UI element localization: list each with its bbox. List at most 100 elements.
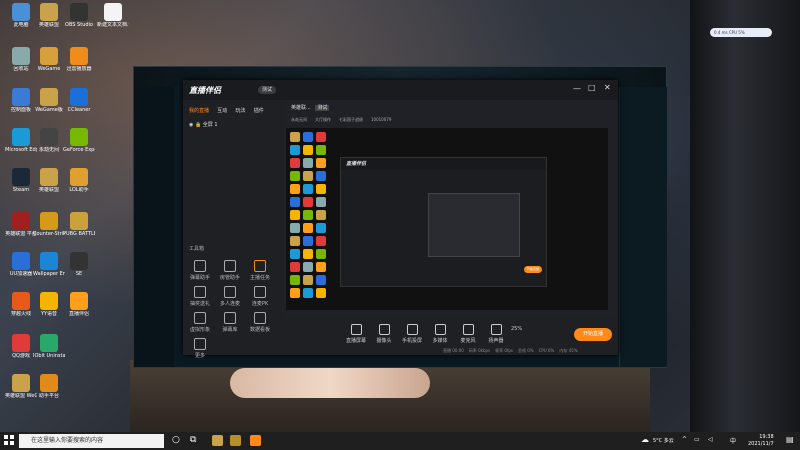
nested-preview-window-inner — [428, 193, 520, 257]
start-live-button[interactable]: 开始直播 — [574, 328, 612, 341]
tab-plugins[interactable]: 插件 — [254, 108, 264, 114]
tool-button[interactable]: 弹幕助手 — [189, 260, 211, 281]
desktop-icon[interactable]: 永劫无间 — [33, 128, 65, 153]
clock[interactable]: 19:38 2021/11/7 — [748, 434, 774, 448]
desktop-icon-label: CCleaner — [67, 107, 91, 113]
app-logo: 直播伴侣 — [189, 86, 221, 95]
status-item: 大厅操作 — [315, 117, 331, 122]
desktop-icon[interactable]: Wallpaper Engine — [33, 252, 65, 277]
task-view-icon[interactable]: ○ — [172, 435, 180, 445]
desktop-icon[interactable]: WeGame — [33, 47, 65, 72]
weather-icon[interactable]: ☁ — [641, 435, 649, 444]
volume-icon[interactable]: ◁ — [708, 436, 713, 443]
desktop-icon[interactable]: 助手平台 — [33, 374, 65, 399]
desktop-icon[interactable]: IObit Uninstaller — [33, 334, 65, 359]
bottom-tool-button[interactable]: 摄像头 — [371, 324, 397, 344]
task-switch-icon[interactable]: ⧉ — [190, 435, 196, 445]
bottom-tool-button[interactable]: 手机投屏 — [399, 324, 425, 344]
desktop-icon[interactable]: GeForce Experience — [63, 128, 95, 153]
desktop-icon-label: WeGame版 — [35, 107, 63, 113]
tool-button[interactable]: 弹幕库 — [219, 312, 241, 333]
tab-interact[interactable]: 互动 — [217, 108, 227, 114]
tray-chevron-icon[interactable]: ^ — [682, 436, 687, 443]
app-icon — [40, 88, 58, 106]
desktop-icon[interactable]: 英雄联盟 — [33, 168, 65, 193]
app-icon — [40, 168, 58, 186]
desktop-icon[interactable]: 直播伴侣 — [63, 292, 95, 317]
maximize-icon[interactable]: □ — [588, 83, 596, 92]
desktop-icon[interactable]: 英雄联盟 — [33, 3, 65, 28]
minimize-icon[interactable]: — — [573, 84, 581, 93]
eye-icon[interactable]: ◉ — [189, 122, 193, 128]
scene-item[interactable]: ◉ 🔒 全屏 1 — [189, 121, 218, 128]
desktop-icon[interactable]: OBS Studio — [63, 3, 95, 28]
volume-level[interactable]: 25% — [511, 326, 522, 332]
app-icon — [12, 3, 30, 21]
weather-text[interactable]: 5°C 多云 — [653, 437, 674, 444]
desktop-icon[interactable]: WeGame版 — [33, 88, 65, 113]
preview-desktop-icon — [316, 288, 326, 298]
desktop-icon[interactable]: 迅雷播放器 — [63, 47, 95, 72]
status-bar-item: 帧率 0fps — [495, 348, 513, 353]
tool-button[interactable]: 数据看板 — [249, 312, 271, 333]
desktop-icon-label: IObit Uninstaller — [33, 353, 65, 359]
bottom-tool-button[interactable]: 直播屏幕 — [343, 324, 369, 344]
tab-play[interactable]: 玩法 — [236, 108, 246, 114]
desktop-icon[interactable]: PUBG BATTLEGR... — [63, 212, 95, 237]
taskbar-search-input[interactable]: 在这里输入你要搜索的内容 — [19, 434, 164, 448]
tool-label: 房管助手 — [219, 275, 240, 281]
wallpaper-figure — [230, 368, 430, 398]
tool-button[interactable]: 多人连麦 — [219, 286, 241, 307]
taskbar-lol2-icon[interactable] — [230, 435, 241, 446]
bottom-tool-label: 麦克风 — [460, 338, 476, 344]
tab-my-live[interactable]: 我的直播 — [189, 108, 209, 114]
desktop-icon[interactable]: LOL助手 — [63, 168, 95, 193]
lol-friends-panel[interactable] — [619, 87, 667, 367]
taskbar-lol-icon[interactable] — [212, 435, 223, 446]
windows-start-icon[interactable] — [4, 435, 14, 445]
preview-desktop-icon — [316, 275, 326, 285]
app-icon — [40, 292, 58, 310]
clock-time: 19:38 — [759, 434, 774, 440]
app-status-bar: 直播 00:00 码率 0kbps 帧率 0fps 丢帧 0% CPU 6% 内存 45% — [443, 348, 583, 354]
bottom-tool-button[interactable]: 扬声器 — [483, 324, 509, 344]
preview-desktop-icon — [290, 145, 300, 155]
status-bar-item: 内存 45% — [559, 348, 578, 353]
network-icon[interactable]: ▭ — [694, 436, 700, 443]
tool-button[interactable]: 房管助手 — [219, 260, 241, 281]
desktop-icon[interactable]: SE — [63, 252, 95, 277]
tool-button[interactable]: 抽奖送礼 — [189, 286, 211, 307]
bottom-tool-icon — [462, 324, 474, 335]
preview-desktop-icon — [303, 171, 313, 181]
tool-button[interactable]: 更多 — [189, 338, 211, 359]
desktop-icon[interactable]: CCleaner — [63, 88, 95, 113]
notification-icon[interactable]: ▤ — [786, 435, 794, 444]
tool-button[interactable]: 虚拟形象 — [189, 312, 211, 333]
performance-widget[interactable]: 0.4 ms CPU 5% — [710, 28, 772, 37]
taskbar-stream-icon[interactable] — [250, 435, 261, 446]
app-icon — [40, 3, 58, 21]
desktop-icon[interactable]: YY语音 — [33, 292, 65, 317]
preview-desktop-icon — [316, 197, 326, 207]
preview-tag[interactable]: 测试 — [315, 105, 330, 111]
preview-desktop-icon — [290, 236, 300, 246]
tool-button[interactable]: 主播任务 — [249, 260, 271, 281]
desktop-icon-label: Wallpaper Engine — [33, 271, 65, 277]
bottom-tool-button[interactable]: 多媒体 — [427, 324, 453, 344]
tool-button[interactable]: 连麦PK — [249, 286, 271, 307]
app-icon — [70, 252, 88, 270]
status-item: 七彩国子战绩 — [339, 117, 363, 122]
bottom-tool-button[interactable]: 麦克风 — [455, 324, 481, 344]
ime-indicator[interactable]: 中 — [730, 436, 736, 445]
app-icon — [12, 212, 30, 230]
preview-header: 英雄联... 测试 — [291, 104, 330, 111]
desktop-icon[interactable]: Counter-Strike: Global Off... — [33, 212, 65, 237]
status-item: 永劫无间 — [291, 117, 307, 122]
desktop-icon[interactable]: 新建文本文档.txt — [97, 3, 129, 28]
bottom-tool-label: 直播屏幕 — [345, 338, 366, 344]
close-icon[interactable]: ✕ — [604, 83, 611, 92]
app-icon — [70, 88, 88, 106]
lock-icon[interactable]: 🔒 — [195, 122, 201, 128]
version-badge[interactable]: 测试 — [258, 86, 277, 94]
preview-desktop-icon — [303, 223, 313, 233]
